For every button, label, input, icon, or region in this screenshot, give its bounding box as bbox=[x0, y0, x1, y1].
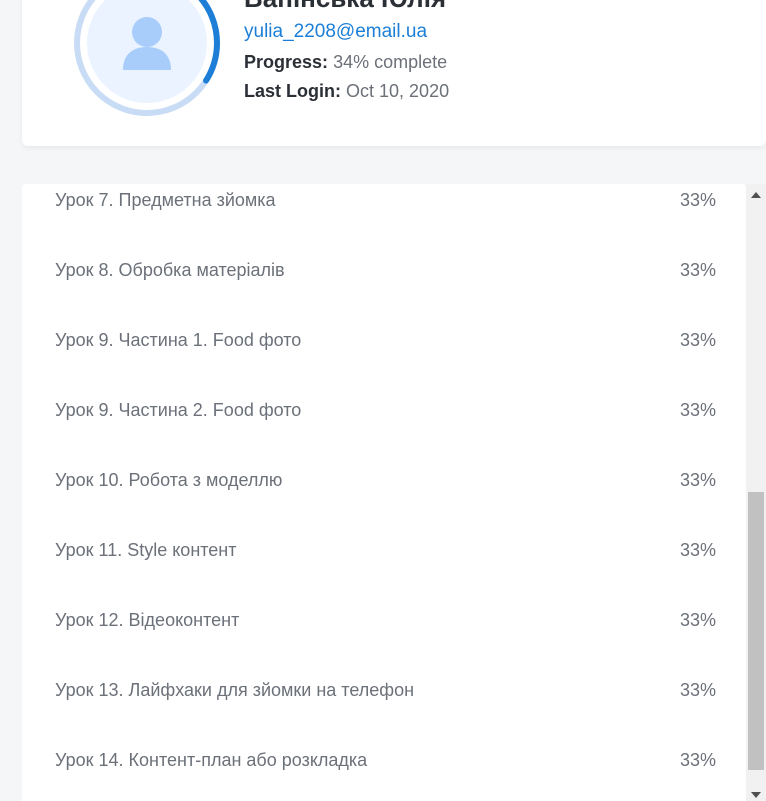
user-email-link[interactable]: yulia_2208@email.ua bbox=[244, 20, 427, 44]
scrollbar[interactable] bbox=[746, 184, 766, 801]
lesson-percent: 33% bbox=[679, 540, 716, 560]
list-item[interactable]: Урок 10. Робота з моделлю 33% bbox=[22, 464, 746, 534]
list-item[interactable]: Урок 12. Відеоконтент 33% bbox=[22, 604, 746, 674]
lesson-percent: 33% bbox=[679, 610, 716, 630]
list-item[interactable]: Урок 13. Лайфхаки для зйомки на телефон … bbox=[22, 674, 746, 744]
list-item[interactable]: Урок 9. Частина 2. Food фото 33% bbox=[22, 394, 746, 464]
lesson-title: Урок 11. Style контент bbox=[55, 540, 237, 560]
list-item[interactable]: Урок 8. Обробка матеріалів 33% bbox=[22, 254, 746, 324]
scrollbar-thumb[interactable] bbox=[748, 492, 764, 770]
progress-label: Progress: bbox=[244, 52, 329, 72]
last-login-label: Last Login: bbox=[244, 81, 341, 101]
lesson-title: Урок 12. Відеоконтент bbox=[55, 610, 240, 630]
scroll-down-arrow-icon[interactable] bbox=[751, 792, 761, 798]
avatar bbox=[72, 0, 222, 116]
list-item[interactable]: Урок 9. Частина 1. Food фото 33% bbox=[22, 324, 746, 394]
list-item[interactable]: Урок 7. Предметна зйомка 33% bbox=[22, 184, 746, 254]
lesson-percent: 33% bbox=[679, 260, 716, 280]
lesson-percent: 33% bbox=[679, 330, 716, 350]
progress-line: Progress: 34% complete bbox=[244, 50, 447, 74]
list-item[interactable]: Урок 14. Контент-план або розкладка 33% bbox=[22, 744, 746, 801]
lesson-title: Урок 7. Предметна зйомка bbox=[55, 190, 276, 210]
lesson-title: Урок 9. Частина 1. Food фото bbox=[55, 330, 302, 350]
lesson-percent: 33% bbox=[679, 470, 716, 490]
progress-value: 34% complete bbox=[333, 52, 448, 72]
last-login-line: Last Login: Oct 10, 2020 bbox=[244, 79, 449, 103]
user-name: Вапінська Юлія bbox=[244, 0, 446, 13]
lesson-title: Урок 8. Обробка матеріалів bbox=[55, 260, 285, 280]
lesson-percent: 33% bbox=[679, 680, 716, 700]
scroll-up-arrow-icon[interactable] bbox=[751, 192, 761, 198]
lesson-percent: 33% bbox=[679, 750, 716, 770]
lesson-title: Урок 13. Лайфхаки для зйомки на телефон bbox=[55, 680, 415, 700]
lesson-title: Урок 14. Контент-план або розкладка bbox=[55, 750, 368, 770]
last-login-value: Oct 10, 2020 bbox=[346, 81, 450, 101]
lesson-percent: 33% bbox=[679, 190, 716, 210]
profile-card: Вапінська Юлія yulia_2208@email.ua Progr… bbox=[22, 0, 766, 146]
lesson-title: Урок 9. Частина 2. Food фото bbox=[55, 400, 302, 420]
lessons-list: Урок 7. Предметна зйомка 33% Урок 8. Обр… bbox=[22, 184, 746, 801]
progress-ring bbox=[74, 0, 220, 116]
lesson-percent: 33% bbox=[679, 400, 716, 420]
lesson-title: Урок 10. Робота з моделлю bbox=[55, 470, 283, 490]
list-item[interactable]: Урок 11. Style контент 33% bbox=[22, 534, 746, 604]
